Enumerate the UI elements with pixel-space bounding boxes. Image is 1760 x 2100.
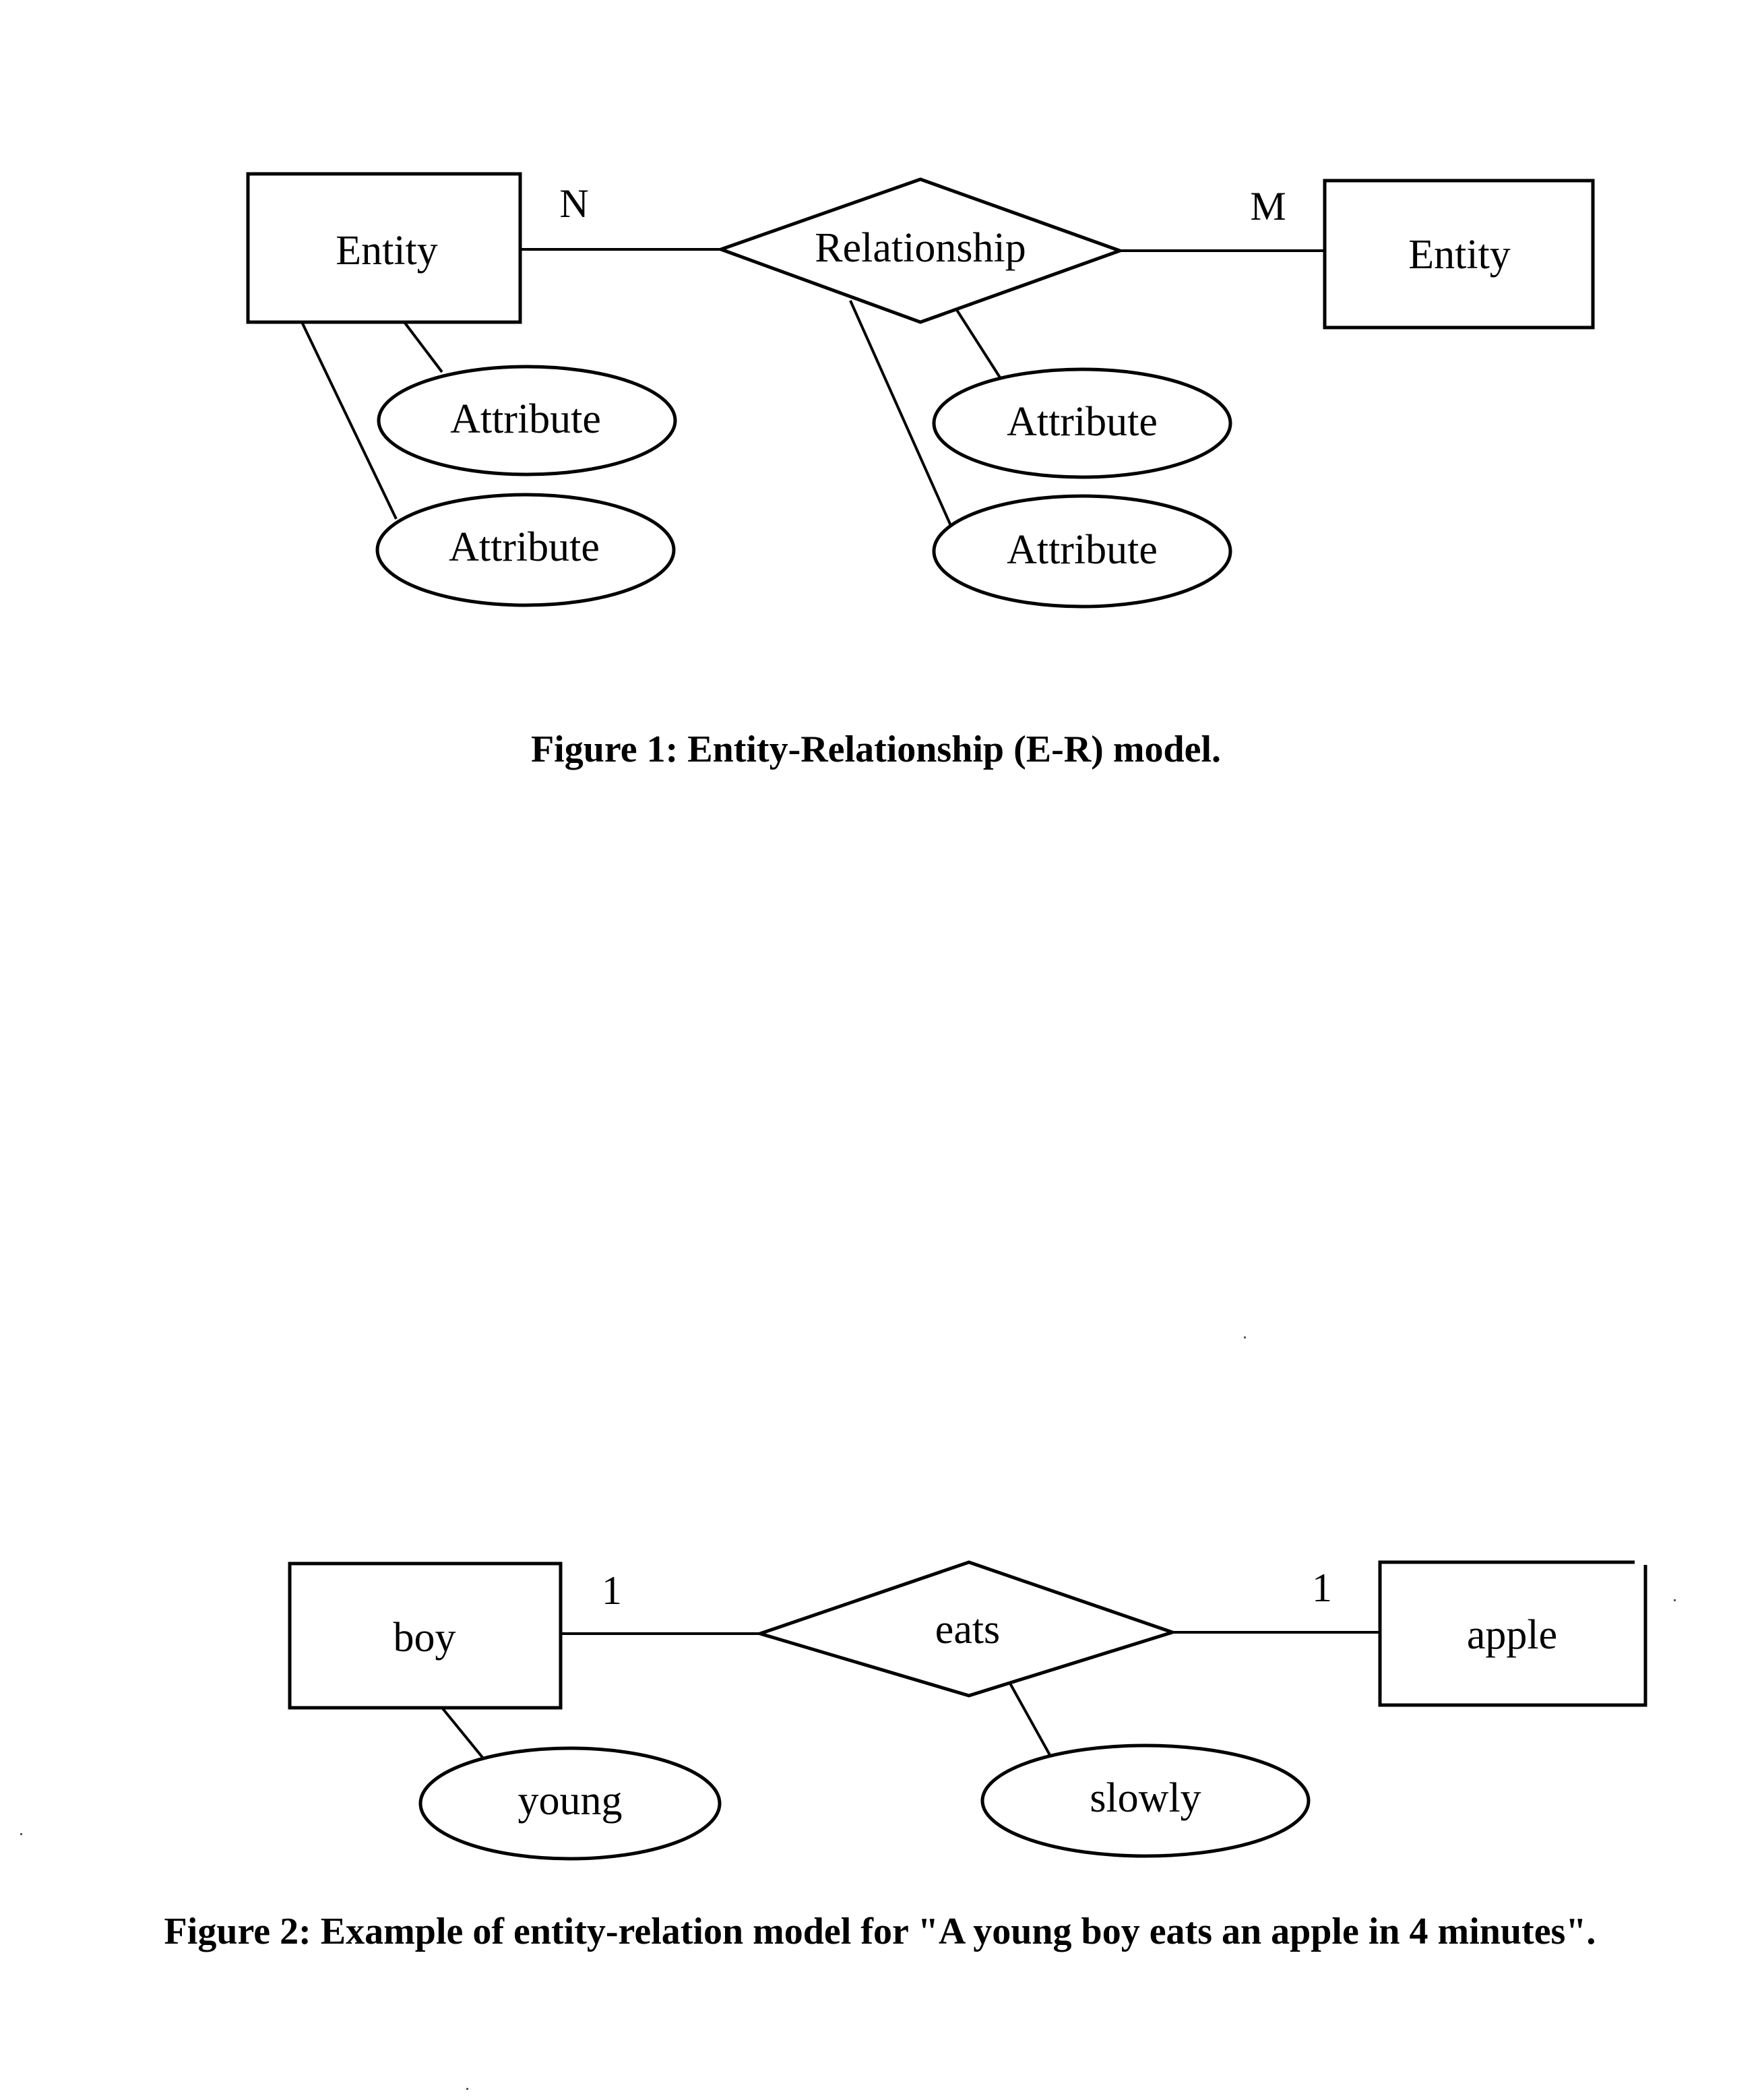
relationship-label-eats: eats bbox=[935, 1607, 1000, 1653]
scan-speck bbox=[466, 2088, 468, 2090]
scan-speck bbox=[20, 1833, 22, 1835]
figure-1-caption: Figure 1: Entity-Relationship (E-R) mode… bbox=[531, 729, 1221, 770]
entity-label-boy: boy bbox=[394, 1615, 456, 1661]
attribute-label: Attribute bbox=[450, 396, 601, 442]
cardinality-right: M bbox=[1250, 184, 1286, 228]
figure-2: boy 1 eats 1 apple young slowly Figure 2… bbox=[164, 1560, 1647, 1952]
scan-speck bbox=[1674, 1599, 1676, 1601]
connector-relationship-attribute-1 bbox=[955, 309, 1001, 379]
entity-label-apple: apple bbox=[1467, 1612, 1557, 1658]
entity-label-right: Entity bbox=[1408, 232, 1511, 278]
connector-entity-attribute bbox=[441, 1706, 485, 1760]
attribute-label-young: young bbox=[518, 1778, 623, 1824]
attribute-label: Attribute bbox=[1007, 399, 1158, 445]
figure-2-caption: Figure 2: Example of entity-relation mod… bbox=[164, 1911, 1596, 1952]
relationship-label: Relationship bbox=[815, 225, 1026, 271]
cardinality-right: 1 bbox=[1312, 1566, 1332, 1610]
attribute-label: Attribute bbox=[449, 524, 600, 570]
scan-speck bbox=[1244, 1336, 1246, 1338]
cardinality-left: 1 bbox=[602, 1568, 622, 1613]
document-page: Entity N Relationship M Entity Attribute… bbox=[20, 172, 1676, 2090]
connector-entity-attribute-1 bbox=[403, 321, 443, 373]
entity-label-left: Entity bbox=[336, 228, 438, 274]
cardinality-left: N bbox=[559, 181, 588, 226]
attribute-label: Attribute bbox=[1007, 527, 1158, 573]
connector-relationship-attribute bbox=[1008, 1681, 1051, 1756]
figure-1: Entity N Relationship M Entity Attribute… bbox=[246, 172, 1595, 770]
attribute-label-slowly: slowly bbox=[1090, 1775, 1201, 1821]
